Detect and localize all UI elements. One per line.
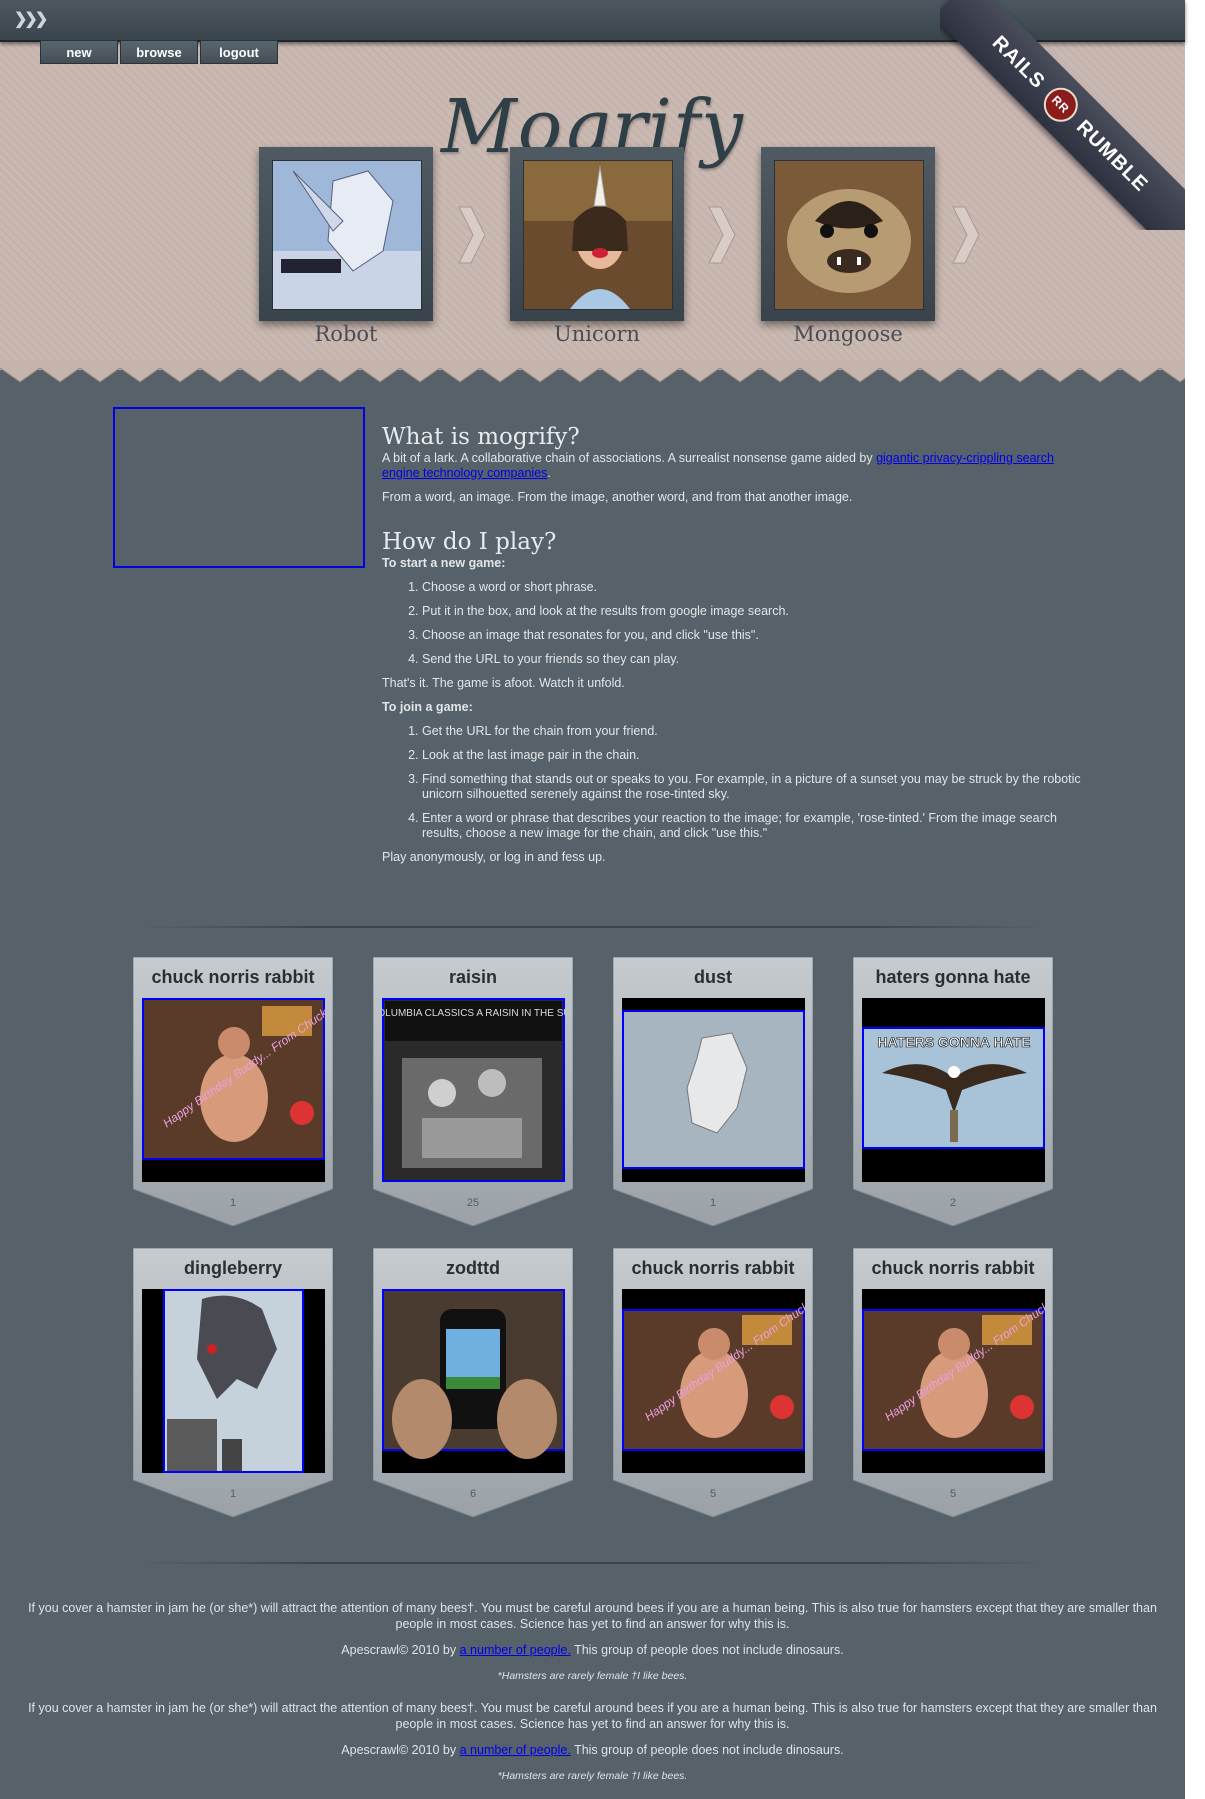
play-anonymously-text: Play anonymously, or log in and fess up. xyxy=(382,850,606,864)
footer-copyright: Apescrawl© 2010 by a number of people. T… xyxy=(341,1643,844,1657)
nav-browse-button[interactable]: browse xyxy=(120,40,198,64)
start-steps-list: Choose a word or short phrase. Put it in… xyxy=(382,580,1082,667)
card-image[interactable] xyxy=(382,1289,565,1473)
svg-text:COLUMBIA CLASSICS A RAISIN IN: COLUMBIA CLASSICS A RAISIN IN THE SUN xyxy=(382,1008,565,1019)
menu-chevrons-icon[interactable]: ❯❯❯ xyxy=(14,9,48,29)
card-image[interactable]: Happy Birthday Buddy... From Chuck xyxy=(862,1289,1045,1473)
intro-section: What is mogrify? A bit of a lark. A coll… xyxy=(382,424,1082,874)
card-count: 1 xyxy=(229,1197,237,1209)
list-item: Look at the last image pair in the chain… xyxy=(422,748,1082,763)
card-count: 1 xyxy=(709,1197,717,1209)
raisin-in-the-sun-image: COLUMBIA CLASSICS A RAISIN IN THE SUN xyxy=(382,998,565,1182)
card-count: 5 xyxy=(709,1488,717,1500)
footer-note: *Hamsters are rarely female †I like bees… xyxy=(497,1670,688,1682)
chain-card[interactable]: dingleberry 1 xyxy=(133,1248,333,1517)
heading-what-is: What is mogrify? xyxy=(382,424,580,450)
footer-note: *Hamsters are rarely female †I like bees… xyxy=(497,1770,688,1782)
rails-rumble-ribbon[interactable]: RAILS RR RUMBLE xyxy=(940,0,1185,230)
ad-placeholder[interactable] xyxy=(113,407,365,568)
chain-card[interactable]: zodttd 6 xyxy=(373,1248,573,1517)
chuck-norris-image: Happy Birthday Buddy... From Chuck xyxy=(142,998,325,1182)
hero-label-robot: Robot xyxy=(314,322,378,346)
list-item: Find something that stands out or speaks… xyxy=(422,772,1082,802)
nav-new-button[interactable]: new xyxy=(40,40,118,64)
card-image[interactable]: HATERS GONNA HATE xyxy=(862,998,1045,1182)
hero-label-unicorn: Unicorn xyxy=(554,322,640,346)
card-title[interactable]: haters gonna hate xyxy=(853,967,1053,988)
intro-paragraph-2: From a word, an image. From the image, a… xyxy=(382,490,853,504)
footer-hamster-text: If you cover a hamster in jam he (or she… xyxy=(28,1701,1157,1731)
chain-card[interactable]: dust 1 xyxy=(613,957,813,1226)
footer-copyright: Apescrawl© 2010 by a number of people. T… xyxy=(341,1743,844,1757)
chain-card[interactable]: haters gonna hate HATERS GONNA HATE 2 xyxy=(853,957,1053,1226)
chain-card[interactable]: chuck norris rabbit Happy Birthday Buddy… xyxy=(853,1248,1053,1517)
mongoose-image xyxy=(774,160,924,310)
card-count: 6 xyxy=(469,1488,477,1500)
chuck-norris-image: Happy Birthday Buddy... From Chuck xyxy=(622,1289,805,1473)
card-count: 25 xyxy=(466,1197,480,1209)
chain-card[interactable]: raisin COLUMBIA CLASSICS A RAISIN IN THE… xyxy=(373,957,573,1226)
ribbon-rails: RAILS xyxy=(988,31,1050,93)
hero-frame-mongoose[interactable] xyxy=(761,147,935,321)
card-title[interactable]: dust xyxy=(613,967,813,988)
intro-paragraph: A bit of a lark. A collaborative chain o… xyxy=(382,451,1054,480)
afoot-text: That's it. The game is afoot. Watch it u… xyxy=(382,676,625,690)
card-count: 2 xyxy=(949,1197,957,1209)
card-title[interactable]: chuck norris rabbit xyxy=(133,967,333,988)
list-item: Send the URL to your friends so they can… xyxy=(422,652,1082,667)
section-divider xyxy=(140,926,1045,928)
section-divider xyxy=(140,1562,1045,1564)
rails-rumble-badge-icon: RR xyxy=(1036,80,1085,129)
chain-card[interactable]: chuck norris rabbit Happy Birthday Buddy… xyxy=(613,1248,813,1517)
list-item: Choose a word or short phrase. xyxy=(422,580,1082,595)
robot-image xyxy=(272,160,422,310)
card-count: 1 xyxy=(229,1488,237,1500)
card-title[interactable]: chuck norris rabbit xyxy=(853,1258,1053,1279)
card-image[interactable] xyxy=(142,1289,325,1473)
people-link[interactable]: a number of people. xyxy=(460,1743,571,1757)
dust-particle-image xyxy=(622,998,805,1182)
dingleberry-monster-image xyxy=(142,1289,325,1473)
chain-arrow-icon xyxy=(458,206,486,264)
card-image[interactable]: Happy Birthday Buddy... From Chuck xyxy=(622,1289,805,1473)
chain-arrow-icon xyxy=(708,206,736,264)
list-item: Get the URL for the chain from your frie… xyxy=(422,724,1082,739)
card-title[interactable]: zodttd xyxy=(373,1258,573,1279)
hero-frame-unicorn[interactable] xyxy=(510,147,684,321)
heading-how-to-play: How do I play? xyxy=(382,529,557,555)
chuck-norris-image: Happy Birthday Buddy... From Chuck xyxy=(862,1289,1045,1473)
phone-emulator-image xyxy=(382,1289,565,1473)
footer: If you cover a hamster in jam he (or she… xyxy=(0,1600,1185,1694)
main-nav: new browse logout xyxy=(40,40,280,64)
unicorn-image xyxy=(523,160,673,310)
join-game-title: To join a game: xyxy=(382,700,473,714)
page-gutter xyxy=(1185,0,1205,1799)
card-count: 5 xyxy=(949,1488,957,1500)
header-zigzag xyxy=(0,360,1185,390)
hero-label-mongoose: Mongoose xyxy=(793,322,903,346)
hero-frame-robot[interactable] xyxy=(259,147,433,321)
nav-logout-button[interactable]: logout xyxy=(200,40,278,64)
list-item: Put it in the box, and look at the resul… xyxy=(422,604,1082,619)
card-title[interactable]: chuck norris rabbit xyxy=(613,1258,813,1279)
start-game-title: To start a new game: xyxy=(382,556,506,570)
card-image[interactable]: COLUMBIA CLASSICS A RAISIN IN THE SUN xyxy=(382,998,565,1182)
chain-card[interactable]: chuck norris rabbit Happy Birthday Buddy… xyxy=(133,957,333,1226)
card-title[interactable]: raisin xyxy=(373,967,573,988)
ribbon-rumble: RUMBLE xyxy=(1072,115,1153,196)
card-image[interactable] xyxy=(622,998,805,1182)
join-steps-list: Get the URL for the chain from your frie… xyxy=(382,724,1082,841)
list-item: Enter a word or phrase that describes yo… xyxy=(422,811,1082,841)
footer-duplicate: If you cover a hamster in jam he (or she… xyxy=(0,1700,1185,1794)
people-link[interactable]: a number of people. xyxy=(460,1643,571,1657)
svg-text:HATERS GONNA HATE: HATERS GONNA HATE xyxy=(878,1034,1031,1050)
list-item: Choose an image that resonates for you, … xyxy=(422,628,1082,643)
footer-hamster-text: If you cover a hamster in jam he (or she… xyxy=(28,1601,1157,1631)
card-title[interactable]: dingleberry xyxy=(133,1258,333,1279)
card-image[interactable]: Happy Birthday Buddy... From Chuck xyxy=(142,998,325,1182)
haters-gonna-hate-eagle-image: HATERS GONNA HATE xyxy=(862,998,1045,1182)
